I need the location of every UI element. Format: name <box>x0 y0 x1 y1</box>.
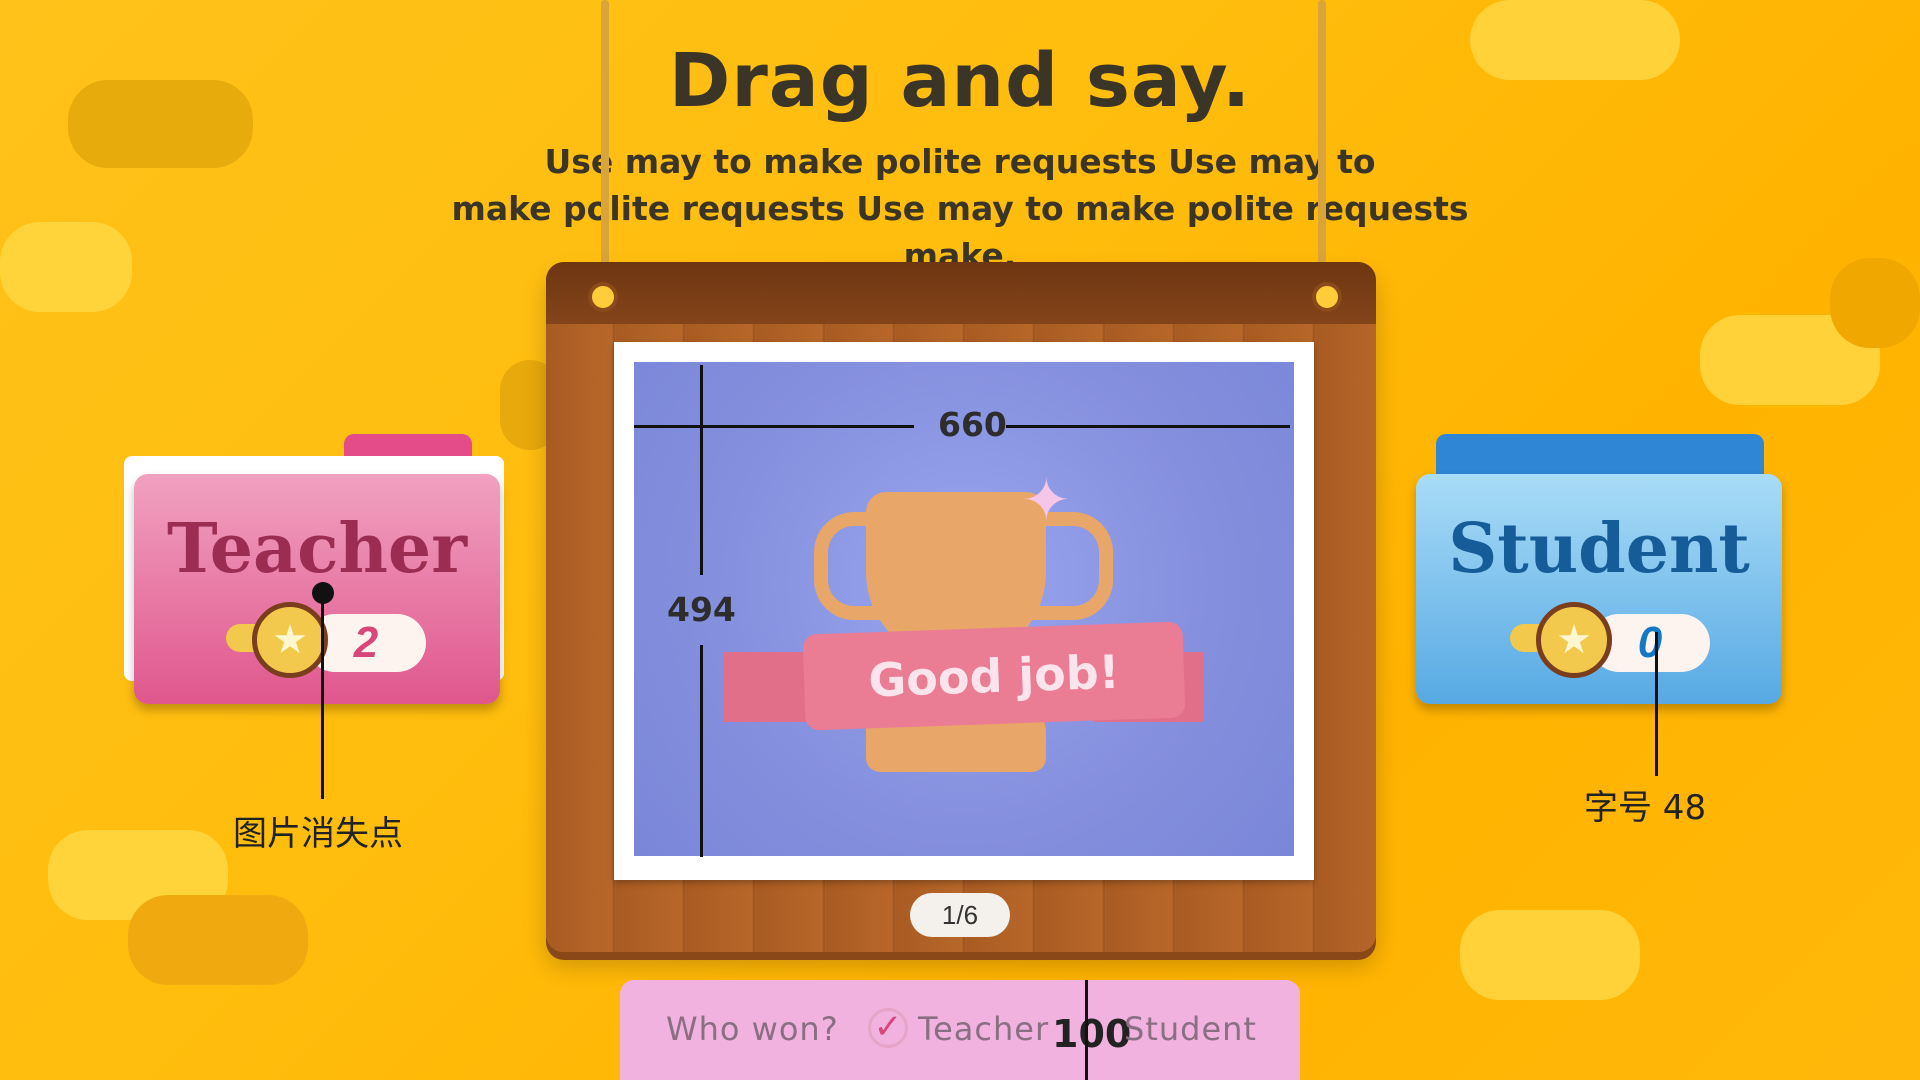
student-folder-front: Student 0 ★ <box>1416 474 1782 704</box>
bg-blob <box>1460 910 1640 1000</box>
width-measure-line-left <box>634 425 914 428</box>
who-won-student-option[interactable]: Student <box>1124 1010 1257 1048</box>
bg-blob <box>0 222 132 312</box>
who-won-teacher-option[interactable]: Teacher <box>918 1010 1049 1048</box>
mark-value: 100 <box>1052 1012 1132 1056</box>
bg-blob <box>128 895 308 985</box>
trophy-handle-left-icon <box>814 512 898 620</box>
sparkle-icon: ✦ <box>1022 468 1071 533</box>
who-won-panel: Who won? ✓ Teacher 100 Student <box>620 980 1300 1080</box>
height-measure-line-top <box>700 365 703 575</box>
bg-blob <box>1830 258 1920 348</box>
checkmark-icon[interactable]: ✓ <box>868 1008 908 1048</box>
left-rope <box>601 0 609 290</box>
student-folder[interactable]: Student 0 ★ <box>1416 434 1782 704</box>
right-rope <box>1318 0 1326 290</box>
page-indicator: 1/6 <box>910 893 1010 937</box>
image-caption: Good job! <box>802 621 1186 731</box>
font-size-label: 字号 48 <box>1584 788 1707 828</box>
vanish-point-line <box>321 594 324 799</box>
right-hook-icon <box>1312 282 1342 312</box>
mark-line <box>1085 980 1088 1080</box>
height-label: 494 <box>667 590 736 629</box>
board-top-bar <box>546 262 1376 324</box>
who-won-question: Who won? <box>666 1010 839 1048</box>
left-hook-icon <box>588 282 618 312</box>
font-size-line <box>1655 632 1658 776</box>
page-title: Drag and say. <box>668 38 1252 124</box>
teacher-star-medal-icon: ★ <box>252 602 328 678</box>
instructions-line-1: Use may to make polite requests Use may … <box>544 142 1376 181</box>
height-measure-line-bottom <box>700 645 703 857</box>
instructions: Use may to make polite requests Use may … <box>420 138 1500 279</box>
student-label: Student <box>1448 509 1750 589</box>
width-label: 660 <box>938 405 1007 444</box>
student-star-medal-icon: ★ <box>1536 602 1612 678</box>
width-measure-line-right <box>1006 425 1290 428</box>
teacher-label: Teacher <box>166 509 468 589</box>
vanish-point-label: 图片消失点 <box>233 814 403 854</box>
